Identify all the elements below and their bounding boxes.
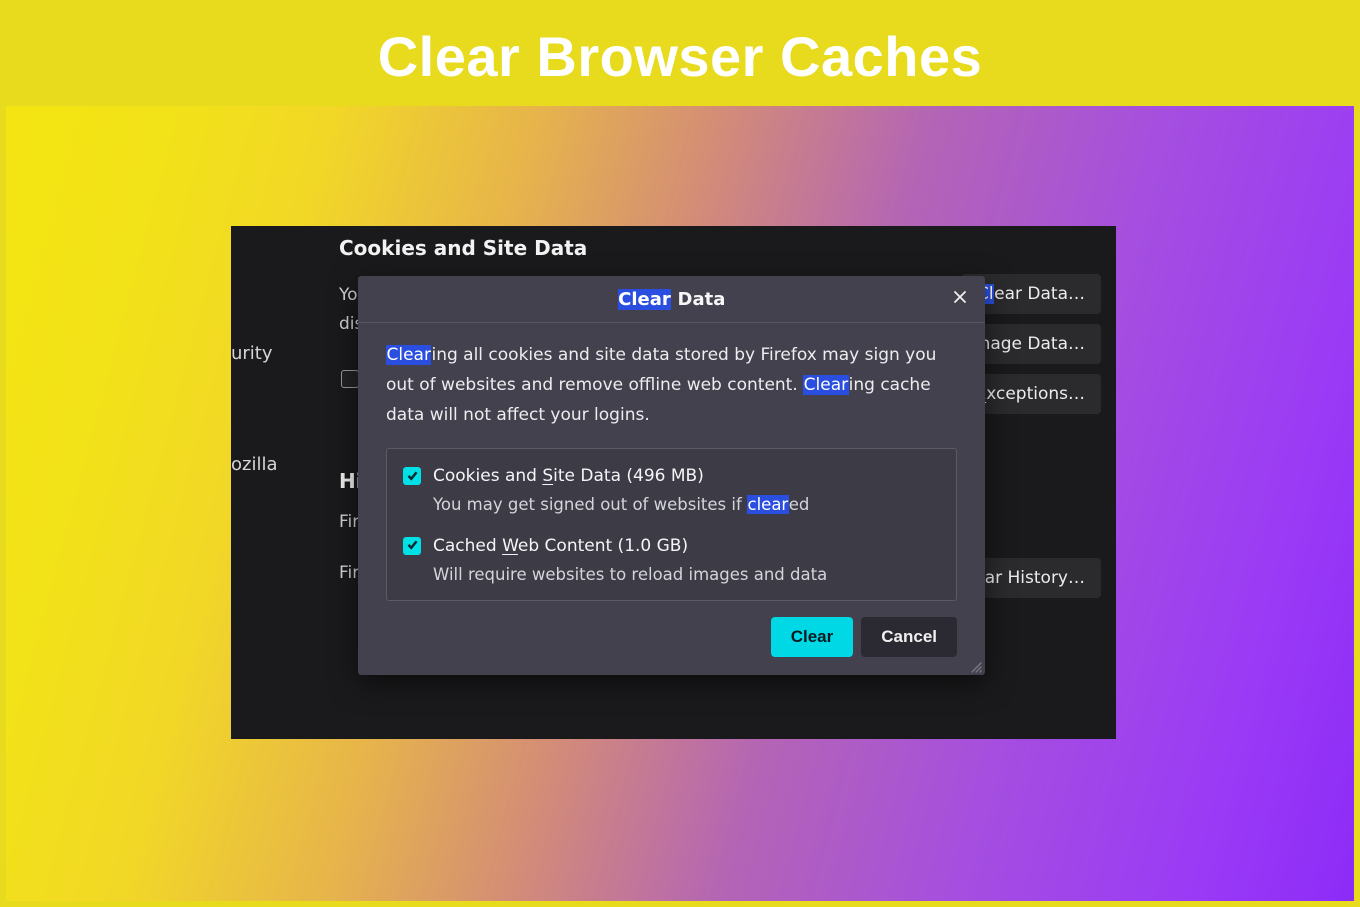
cache-option-row: Cached Web Content (1.0 GB) Will require… <box>403 533 940 589</box>
dialog-header: Clear Data <box>358 276 985 323</box>
close-button[interactable] <box>947 286 973 312</box>
history-line-2: Fir <box>339 563 359 583</box>
sidebar-item-mozilla-fragment[interactable]: ozilla <box>231 454 278 475</box>
dialog-footer: Clear Cancel <box>358 617 985 675</box>
cookies-section-heading: Cookies and Site Data <box>339 236 587 260</box>
settings-window: Cookies and Site Data Yo dis urity ozill… <box>231 226 1116 739</box>
cache-option-desc: Will require websites to reload images a… <box>433 562 827 588</box>
sidebar-item-security-fragment[interactable]: urity <box>231 343 273 364</box>
bg-unchecked-checkbox[interactable] <box>341 370 359 388</box>
checkmark-icon <box>406 467 419 486</box>
dialog-title: Clear Data <box>618 289 726 310</box>
page-title: Clear Browser Caches <box>378 24 983 89</box>
close-icon <box>952 289 968 309</box>
cookies-option-desc: You may get signed out of websites if cl… <box>433 492 809 518</box>
clear-button[interactable]: Clear <box>771 617 854 657</box>
dialog-options-group: Cookies and Site Data (496 MB) You may g… <box>386 448 957 601</box>
page-banner: Clear Browser Caches <box>6 6 1354 106</box>
dialog-body-text: Clearing all cookies and site data store… <box>358 323 985 440</box>
cookies-checkbox[interactable] <box>403 467 421 485</box>
cookies-option-row: Cookies and Site Data (496 MB) You may g… <box>403 463 940 519</box>
cache-checkbox[interactable] <box>403 537 421 555</box>
cookies-option-label: Cookies and Site Data (496 MB) <box>433 463 809 490</box>
checkmark-icon <box>406 536 419 555</box>
clear-data-dialog: Clear Data Clearing all cookies and site… <box>358 276 985 675</box>
cancel-button[interactable]: Cancel <box>861 617 957 657</box>
history-line-1: Fir <box>339 512 359 532</box>
cache-option-label: Cached Web Content (1.0 GB) <box>433 533 827 560</box>
resize-grip-icon[interactable] <box>968 658 982 672</box>
page-root: Clear Browser Caches Cookies and Site Da… <box>0 0 1360 907</box>
